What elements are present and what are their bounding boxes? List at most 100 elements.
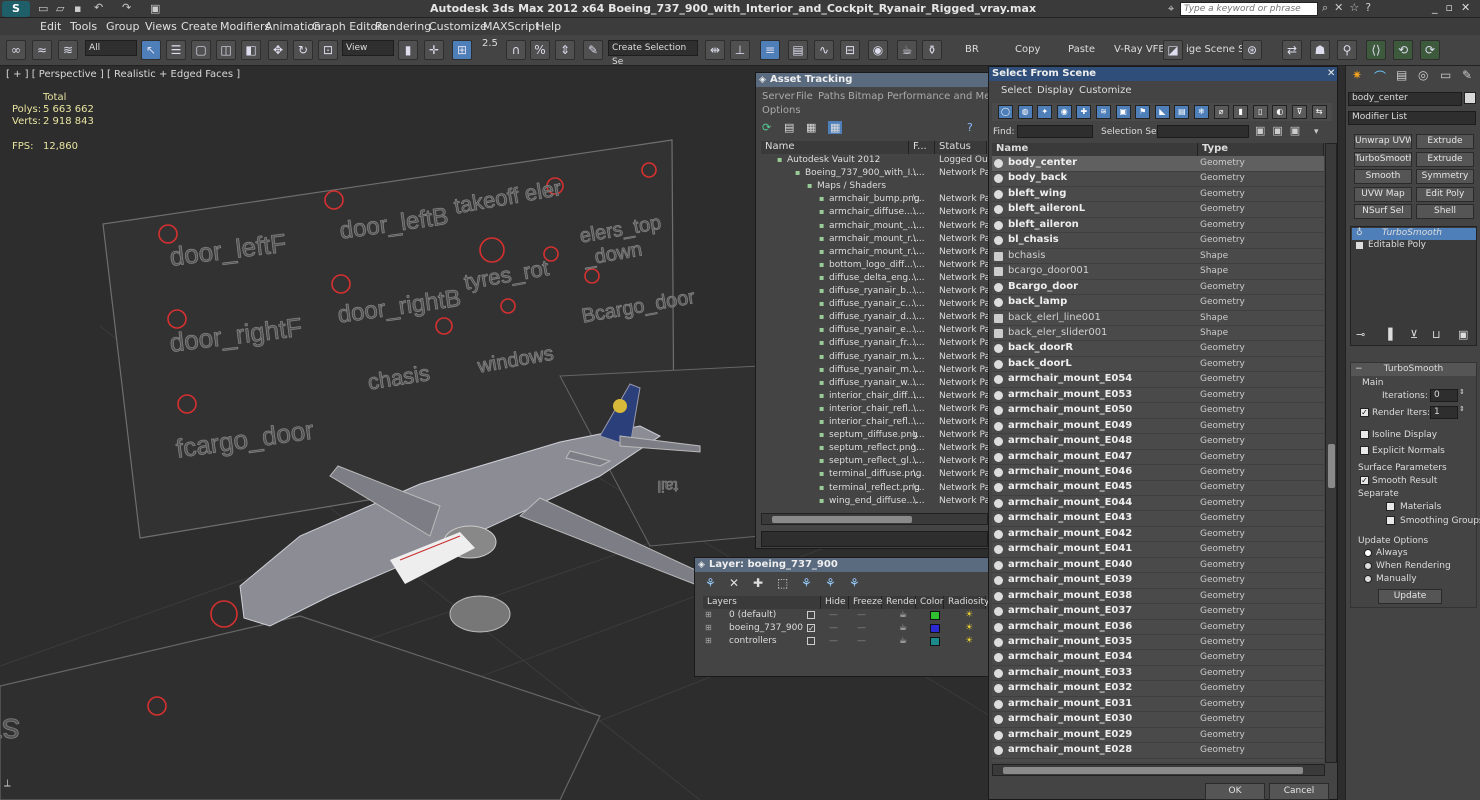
- schematic-view-icon[interactable]: ⊟: [840, 40, 860, 60]
- percent-snap-icon[interactable]: %: [530, 40, 550, 60]
- scene-object-row[interactable]: armchair_mount_E053 Geometry: [992, 388, 1324, 404]
- menu-item-rendering[interactable]: Rendering: [375, 20, 431, 33]
- current-layer-checkbox[interactable]: ✓: [807, 624, 815, 633]
- radiosity-icon[interactable]: ☀: [965, 610, 973, 620]
- modifier-button-turbosmooth[interactable]: TurboSmooth: [1354, 151, 1412, 167]
- select-all-icon[interactable]: ▮: [1233, 105, 1249, 119]
- menu-item-help[interactable]: Help: [536, 20, 561, 33]
- asset-row[interactable]: ▪ diffuse_ryanair_d...\... Network Path: [761, 312, 988, 325]
- modifier-list-dropdown[interactable]: Modifier List: [1348, 111, 1476, 125]
- layer-color-swatch[interactable]: [930, 637, 940, 646]
- modifier-button-nsurf-sel[interactable]: NSurf Sel: [1354, 204, 1412, 219]
- highlight-layer-icon[interactable]: ⚘: [801, 576, 812, 590]
- select-object-icon[interactable]: ↖: [141, 40, 161, 60]
- layer-manager-title[interactable]: Layer: boeing_737_900 ◈: [695, 558, 989, 572]
- app-logo-icon[interactable]: S: [2, 1, 30, 17]
- expand-icon[interactable]: ⊞: [705, 636, 712, 645]
- display-spacewarps-icon[interactable]: ≋: [1096, 105, 1111, 119]
- utilities-tab-icon[interactable]: ✎: [1462, 68, 1472, 82]
- people-icon[interactable]: ☗: [1310, 40, 1330, 60]
- ring-icon[interactable]: ⟳: [1420, 40, 1440, 60]
- snap-toggle-icon[interactable]: ∩: [506, 40, 526, 60]
- loop-icon[interactable]: ⟲: [1393, 40, 1413, 60]
- project-folder-icon[interactable]: ▣: [150, 2, 160, 15]
- layer-header-hide[interactable]: Hide: [821, 596, 849, 609]
- smooth-result-checkbox[interactable]: ✓: [1360, 476, 1369, 485]
- scene-object-row[interactable]: armchair_mount_E033 Geometry: [992, 666, 1324, 682]
- toolbar-label-br[interactable]: BR: [965, 44, 979, 55]
- angle-snap-value[interactable]: 2.5: [482, 38, 498, 49]
- menu-item-customize[interactable]: Customize: [429, 20, 487, 33]
- layer-row[interactable]: ⊞ boeing_737_900 ✓ — — ☕ ☀: [703, 623, 988, 636]
- stack-item-turbosmooth[interactable]: ♁ TurboSmooth: [1352, 228, 1476, 240]
- select-none-icon[interactable]: ▯: [1252, 105, 1268, 119]
- menu-item-group[interactable]: Group: [106, 20, 140, 33]
- update-button[interactable]: Update: [1378, 589, 1442, 604]
- asset-row[interactable]: ▪ septum_reflect_gl...\... Network Path: [761, 456, 988, 469]
- always-radio[interactable]: [1364, 549, 1372, 557]
- scene-object-row[interactable]: armchair_mount_E029 Geometry: [992, 728, 1324, 744]
- asset-row[interactable]: ▪ wing_end_diffuse....\... Network Path: [761, 496, 988, 509]
- asset-path-field[interactable]: [761, 531, 988, 547]
- graphite-toolbar-icon[interactable]: ▤: [788, 40, 808, 60]
- layer-manager-icon[interactable]: ≡: [760, 40, 780, 60]
- filter-icon[interactable]: ⊽: [1292, 105, 1307, 119]
- asset-menu-server[interactable]: Server: [762, 91, 795, 102]
- quick-access-save-icon[interactable]: ▪: [74, 2, 81, 15]
- display-shapes-icon[interactable]: ◍: [1017, 105, 1033, 119]
- asset-row[interactable]: ▪ septum_diffuse.png\... Network Path: [761, 430, 988, 443]
- select-from-scene-title[interactable]: Select From Scene ✕: [989, 67, 1337, 81]
- asset-row[interactable]: ▪ diffuse_ryanair_e...\... Network Path: [761, 325, 988, 338]
- scene-object-row[interactable]: armchair_mount_E049 Geometry: [992, 419, 1324, 435]
- scene-object-row[interactable]: armchair_mount_E038 Geometry: [992, 589, 1324, 605]
- find-input[interactable]: [1017, 125, 1093, 138]
- freeze-toggle[interactable]: —: [857, 610, 866, 620]
- asset-menu-paths[interactable]: Paths: [818, 91, 845, 102]
- add-to-layer-icon[interactable]: ✚: [753, 576, 763, 590]
- motion-tab-icon[interactable]: ◎: [1418, 68, 1428, 82]
- scene-object-row[interactable]: bchasis Shape: [992, 249, 1324, 265]
- menu-item-modifiers[interactable]: Modifiers: [220, 20, 270, 33]
- iterations-arrows[interactable]: ⇕: [1459, 388, 1465, 396]
- object-name-field[interactable]: body_center: [1348, 92, 1462, 106]
- asset-row[interactable]: ▪ terminal_reflect.png\... Network Path: [761, 483, 988, 496]
- quick-access-new-icon[interactable]: ▭: [38, 2, 48, 15]
- help-search-input[interactable]: [1180, 2, 1318, 16]
- unlink-icon[interactable]: ≈: [32, 40, 52, 60]
- asset-row[interactable]: ▪ diffuse_ryanair_m...\... Network Path: [761, 352, 988, 365]
- layer-manager-panel[interactable]: Layer: boeing_737_900 ◈ ⚘ ✕ ✚ ⬚ ⚘ ⚘ ⚘ La…: [694, 557, 990, 677]
- render-iters-arrows[interactable]: ⇕: [1459, 405, 1465, 413]
- scene-object-row[interactable]: armchair_mount_E032 Geometry: [992, 681, 1324, 697]
- scene-object-row[interactable]: back_elerl_line001 Shape: [992, 311, 1324, 326]
- pin-stack-icon[interactable]: ⊸: [1356, 328, 1365, 341]
- isoline-checkbox[interactable]: [1360, 430, 1369, 439]
- scene-object-row[interactable]: armchair_mount_E044 Geometry: [992, 496, 1324, 512]
- asset-header-name[interactable]: Name: [761, 141, 909, 154]
- scene-object-row[interactable]: armchair_mount_E035 Geometry: [992, 635, 1324, 651]
- asset-tracking-title[interactable]: Asset Tracking ◈: [756, 73, 989, 87]
- scene-object-row[interactable]: body_center Geometry: [992, 156, 1324, 172]
- layer-row[interactable]: ⊞ 0 (default) — — ☕ ☀: [703, 610, 988, 623]
- asset-row[interactable]: ▪ diffuse_ryanair_w...\... Network Path: [761, 378, 988, 391]
- render-iters-checkbox[interactable]: ✓: [1360, 408, 1369, 417]
- cancel-button[interactable]: Cancel: [1269, 783, 1329, 800]
- smoothing-groups-checkbox[interactable]: [1386, 516, 1395, 525]
- scene-header-name[interactable]: Name: [992, 143, 1198, 156]
- scene-object-row[interactable]: bleft_aileron Geometry: [992, 218, 1324, 234]
- table-view-icon[interactable]: ▦: [828, 121, 843, 134]
- menu-item-maxscript[interactable]: MAXScript: [483, 20, 539, 33]
- materials-checkbox[interactable]: [1386, 502, 1395, 511]
- current-layer-checkbox[interactable]: [807, 611, 815, 619]
- asset-row[interactable]: ▪ armchair_mount_...\... Network Path: [761, 221, 988, 234]
- scene-object-row[interactable]: Bcargo_door Geometry: [992, 280, 1324, 296]
- bind-spacewarp-icon[interactable]: ≋: [58, 40, 78, 60]
- freeze-toggle[interactable]: —: [857, 623, 866, 633]
- scene-object-row[interactable]: back_lamp Geometry: [992, 295, 1324, 311]
- select-layer-icon[interactable]: ⬚: [777, 576, 788, 590]
- scene-object-row[interactable]: armchair_mount_E036 Geometry: [992, 620, 1324, 635]
- curve-editor-icon[interactable]: ∿: [814, 40, 834, 60]
- rotate-icon[interactable]: ↻: [293, 40, 313, 60]
- hide-all-icon[interactable]: ⚘: [825, 576, 836, 590]
- align-icon[interactable]: ⊥: [730, 40, 750, 60]
- display-tab-icon[interactable]: ▭: [1440, 68, 1451, 82]
